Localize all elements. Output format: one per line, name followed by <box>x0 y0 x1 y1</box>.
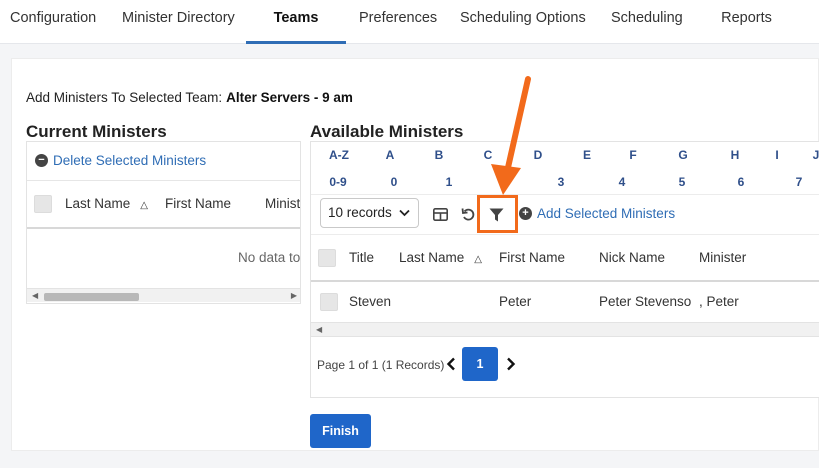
tab-minister-directory[interactable]: Minister Directory <box>122 0 235 44</box>
letter-filter-a[interactable]: A <box>386 148 395 162</box>
letter-filter-f[interactable]: F <box>629 148 636 162</box>
column-last-name[interactable]: Last Name △ <box>65 196 148 211</box>
number-filter-6[interactable]: 6 <box>738 175 745 189</box>
divider <box>311 194 819 195</box>
cell-nick-name: Peter Stevenso <box>599 294 692 309</box>
scroll-right-icon[interactable]: ▶ <box>291 289 297 303</box>
cell-first-name: Peter <box>499 294 532 309</box>
empty-message: No data to <box>238 250 301 265</box>
add-selected-button[interactable]: + Add Selected Ministers <box>519 206 675 221</box>
tab-reports[interactable]: Reports <box>721 0 772 44</box>
scrollbar-thumb[interactable] <box>44 293 139 301</box>
records-per-page-select[interactable]: 10 records <box>320 198 419 228</box>
letter-filter-i[interactable]: I <box>775 148 778 162</box>
records-per-page-value: 10 records <box>328 205 392 220</box>
horizontal-scrollbar[interactable]: ◀ ▶ <box>27 288 300 303</box>
select-all-checkbox[interactable] <box>318 249 336 267</box>
tab-scheduling[interactable]: Scheduling <box>611 0 683 44</box>
minus-circle-icon: − <box>35 154 48 167</box>
page-button-current[interactable]: 1 <box>462 347 498 381</box>
letter-filter-g[interactable]: G <box>678 148 687 162</box>
column-last-name-label: Last Name <box>65 196 131 211</box>
column-first-name[interactable]: First Name <box>165 196 231 211</box>
finish-button[interactable]: Finish <box>310 414 371 448</box>
undo-icon[interactable] <box>461 207 476 222</box>
column-last-name-label: Last Name <box>399 250 465 265</box>
column-minister[interactable]: Minist <box>265 196 300 211</box>
plus-circle-icon: + <box>519 207 532 220</box>
available-ministers-panel: A-Z A B C D E F G H I J 0-9 0 1 2 3 4 5 … <box>310 141 819 398</box>
divider <box>311 234 819 235</box>
divider <box>27 180 300 181</box>
top-nav: Configuration Minister Directory Teams P… <box>0 0 819 44</box>
add-selected-label: Add Selected Ministers <box>537 206 676 221</box>
column-nick-name[interactable]: Nick Name <box>599 250 665 265</box>
selected-team-line: Add Ministers To Selected Team: Alter Ser… <box>26 90 353 105</box>
tab-teams[interactable]: Teams <box>246 0 346 44</box>
current-ministers-title: Current Ministers <box>26 122 167 141</box>
number-filter-4[interactable]: 4 <box>619 175 626 189</box>
tab-scheduling-options[interactable]: Scheduling Options <box>460 0 586 44</box>
letter-filter-a-z[interactable]: A-Z <box>329 148 349 162</box>
scroll-left-icon[interactable]: ◀ <box>316 323 322 337</box>
number-filter-2[interactable]: 2 <box>501 175 508 189</box>
column-first-name[interactable]: First Name <box>499 250 565 265</box>
column-title[interactable]: Title <box>349 250 374 265</box>
chevron-right-icon[interactable] <box>506 357 516 371</box>
letter-filter-d[interactable]: D <box>534 148 543 162</box>
delete-selected-label: Delete Selected Ministers <box>53 153 207 168</box>
chevron-down-icon <box>399 209 410 217</box>
tab-configuration[interactable]: Configuration <box>10 0 96 44</box>
chevron-left-icon[interactable] <box>446 357 456 371</box>
number-filter-1[interactable]: 1 <box>446 175 453 189</box>
select-all-checkbox[interactable] <box>34 195 52 213</box>
row-checkbox[interactable] <box>320 293 338 311</box>
header-divider <box>311 280 819 282</box>
number-filter-0-9[interactable]: 0-9 <box>329 175 346 189</box>
header-divider <box>27 227 300 229</box>
column-minister[interactable]: Minister <box>699 250 746 265</box>
column-last-name[interactable]: Last Name △ <box>399 250 482 265</box>
divider <box>311 336 819 337</box>
letter-filter-b[interactable]: B <box>435 148 444 162</box>
available-ministers-title: Available Ministers <box>310 122 464 141</box>
cell-title: Steven <box>349 294 392 309</box>
letter-filter-h[interactable]: H <box>731 148 740 162</box>
delete-selected-button[interactable]: − Delete Selected Ministers <box>35 153 206 168</box>
sort-asc-icon: △ <box>474 254 482 265</box>
selected-team-label: Add Ministers To Selected Team: <box>26 90 223 105</box>
cell-minister: , Peter <box>699 294 739 309</box>
letter-filter-c[interactable]: C <box>484 148 493 162</box>
letter-filter-j[interactable]: J <box>813 148 819 162</box>
number-filter-7[interactable]: 7 <box>796 175 803 189</box>
number-filter-3[interactable]: 3 <box>558 175 565 189</box>
sort-asc-icon: △ <box>140 200 148 211</box>
number-filter-5[interactable]: 5 <box>679 175 686 189</box>
column-chooser-icon[interactable] <box>433 208 448 221</box>
scroll-left-icon[interactable]: ◀ <box>32 289 38 303</box>
letter-filter-e[interactable]: E <box>583 148 591 162</box>
number-filter-0[interactable]: 0 <box>391 175 398 189</box>
filter-icon[interactable] <box>489 208 504 222</box>
tab-preferences[interactable]: Preferences <box>359 0 437 44</box>
selected-team-name: Alter Servers - 9 am <box>226 90 353 105</box>
horizontal-scrollbar[interactable]: ◀ <box>311 322 819 336</box>
current-ministers-panel: − Delete Selected Ministers Last Name △ F… <box>26 141 301 304</box>
pager-info: Page 1 of 1 (1 Records) <box>317 358 445 372</box>
